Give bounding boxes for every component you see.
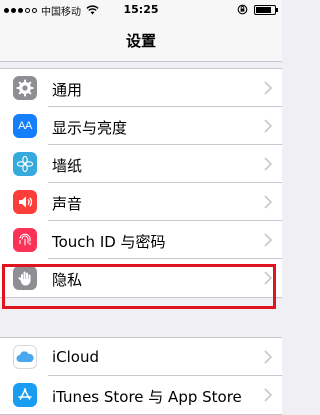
settings-row-label: 墙纸 [52, 157, 83, 175]
settings-row-itunes-app-store[interactable]: iTunes Store 与 App Store [0, 376, 282, 414]
settings-row-label: 通用 [52, 81, 83, 99]
fingerprint-icon [13, 228, 37, 252]
settings-row-label: iCloud [52, 348, 100, 366]
settings-row-label: 显示与亮度 [52, 119, 128, 137]
settings-row-label: iTunes Store 与 App Store [52, 388, 242, 406]
orientation-lock-icon [237, 4, 248, 15]
speaker-icon [13, 190, 37, 214]
settings-row-display-brightness[interactable]: AA 显示与亮度 [0, 107, 282, 145]
status-bar: 中国移动 15:25 [0, 0, 282, 20]
chevron-right-icon [264, 119, 272, 133]
chevron-right-icon [264, 350, 272, 364]
settings-row-touch-id-passcode[interactable]: Touch ID 与密码 [0, 221, 282, 259]
battery-icon [254, 4, 278, 15]
gear-icon [13, 76, 37, 100]
chevron-right-icon [264, 157, 272, 171]
text-size-icon: AA [13, 114, 37, 138]
navigation-bar: 设置 [0, 20, 282, 62]
text-size-glyph: AA [18, 120, 32, 132]
settings-row-label: Touch ID 与密码 [52, 233, 166, 251]
page-title: 设置 [125, 32, 156, 50]
cloud-icon [13, 345, 37, 369]
annotation-highlight-box [2, 264, 276, 309]
settings-group-2: iCloud iTunes Store 与 App Store [0, 337, 282, 415]
chevron-right-icon [264, 81, 272, 95]
chevron-right-icon [264, 195, 272, 209]
chevron-right-icon [264, 233, 272, 247]
settings-row-wallpaper[interactable]: 墙纸 [0, 145, 282, 183]
status-right [237, 4, 278, 15]
settings-row-general[interactable]: 通用 [0, 69, 282, 107]
settings-row-sounds[interactable]: 声音 [0, 183, 282, 221]
settings-row-label: 声音 [52, 195, 83, 213]
app-store-icon [13, 383, 37, 407]
settings-row-icloud[interactable]: iCloud [0, 338, 282, 376]
flower-icon [13, 152, 37, 176]
